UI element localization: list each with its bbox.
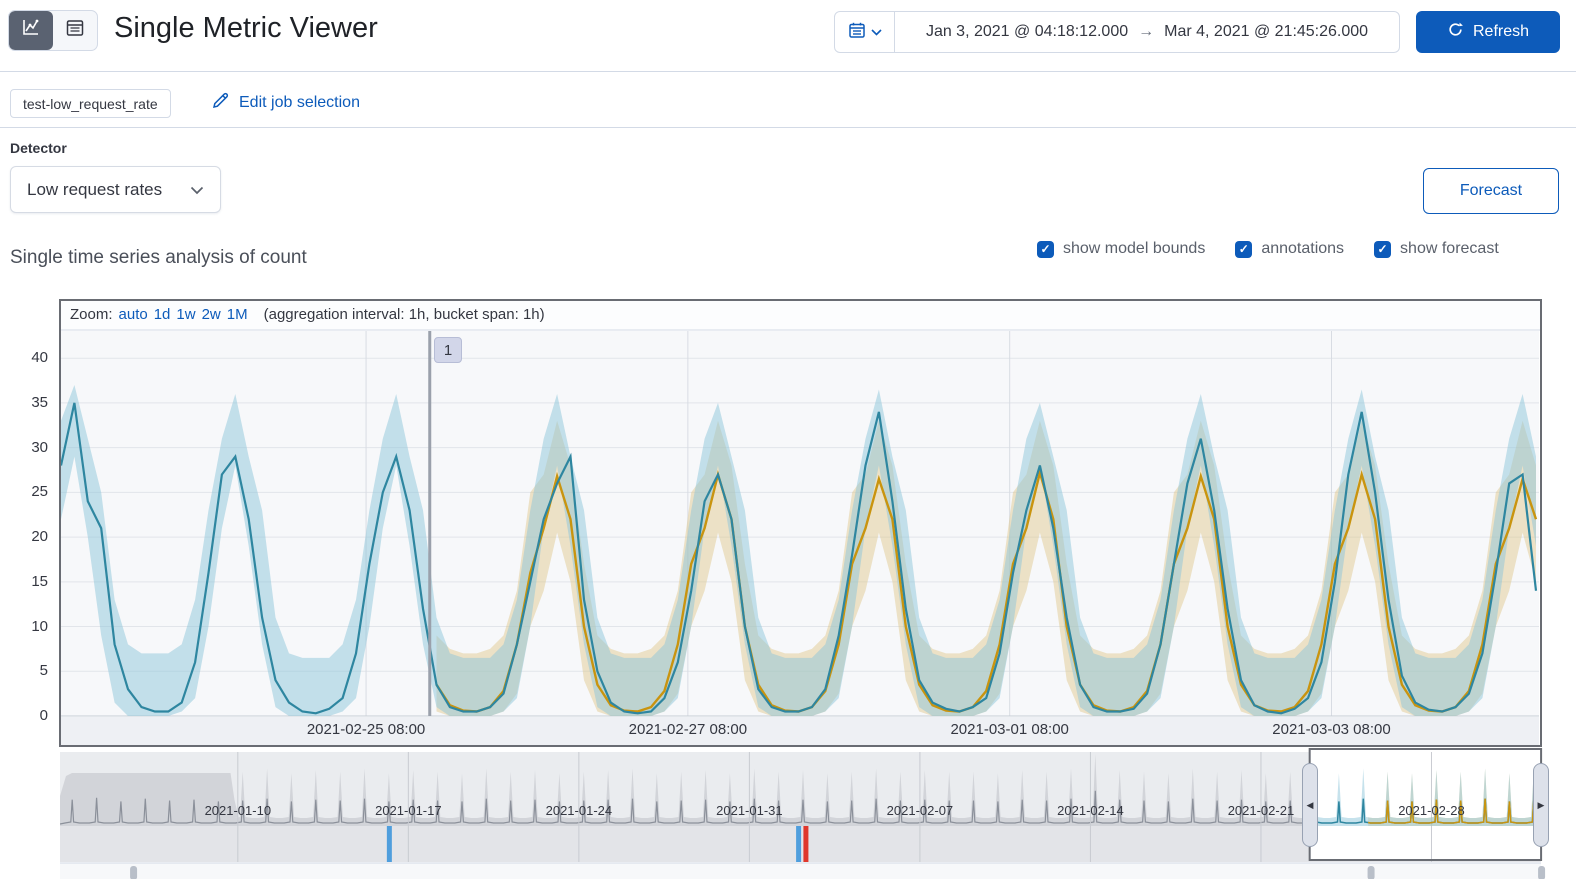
chart-view-toggle[interactable] <box>9 11 53 50</box>
checkbox-checked-icon[interactable]: ✓ <box>1235 240 1253 258</box>
toggle-annotations[interactable]: ✓ annotations <box>1235 240 1344 258</box>
zoom-option-2w[interactable]: 2w <box>202 306 221 323</box>
y-axis-label: 20 <box>31 528 48 546</box>
time-range-end[interactable]: Mar 4, 2021 @ 21:45:26.000 <box>1164 23 1368 41</box>
page-title: Single Metric Viewer <box>114 12 378 44</box>
analysis-heading: Single time series analysis of count <box>10 247 307 268</box>
y-axis-label: 25 <box>31 483 48 501</box>
chevron-down-icon <box>190 180 204 200</box>
context-date-label: 2021-01-10 <box>204 803 272 818</box>
detector-selected-value: Low request rates <box>27 179 163 199</box>
context-date-label: 2021-01-17 <box>375 803 442 818</box>
zoom-controls: Zoom: auto 1d 1w 2w 1M (aggregation inte… <box>70 306 545 323</box>
checkbox-checked-icon[interactable]: ✓ <box>1037 240 1054 258</box>
datepicker-quick-menu[interactable] <box>835 12 895 52</box>
main-chart-frame <box>59 299 1542 747</box>
context-date-label: 2021-01-24 <box>545 803 613 818</box>
detector-select[interactable]: Low request rates <box>10 166 221 213</box>
annotation-marker[interactable] <box>796 826 802 862</box>
scroll-pill[interactable] <box>1538 866 1546 879</box>
zoom-option-1d[interactable]: 1d <box>154 306 171 323</box>
annotation-badge[interactable]: 1 <box>434 337 462 363</box>
context-date-label: 2021-02-28 <box>1398 803 1465 818</box>
calendar-icon <box>848 21 866 44</box>
x-axis-label: 2021-03-03 08:00 <box>1272 721 1391 738</box>
brush-right-handle[interactable]: ▶ <box>1533 763 1549 847</box>
refresh-button[interactable]: Refresh <box>1416 11 1560 53</box>
x-axis-label: 2021-02-25 08:00 <box>306 721 426 738</box>
edit-job-selection-link[interactable]: Edit job selection <box>211 91 360 115</box>
arrow-left-icon: ◀ <box>1306 799 1314 810</box>
y-axis-label: 30 <box>31 438 48 456</box>
chevron-down-icon <box>870 23 882 41</box>
x-axis-label: 2021-03-01 08:00 <box>950 721 1069 738</box>
y-axis-label: 10 <box>31 617 48 635</box>
view-toggle-group[interactable] <box>8 10 98 51</box>
scroll-pill[interactable] <box>130 866 138 879</box>
job-divider <box>0 127 1576 128</box>
zoom-option-1M[interactable]: 1M <box>227 306 248 323</box>
refresh-label: Refresh <box>1472 23 1530 40</box>
y-axis-label: 35 <box>31 393 48 411</box>
context-date-label: 2021-02-14 <box>1057 803 1124 818</box>
toggle-label: annotations <box>1261 240 1345 257</box>
zoom-option-auto[interactable]: auto <box>119 306 148 323</box>
y-axis-label: 15 <box>31 572 48 590</box>
y-axis-label: 5 <box>39 662 48 680</box>
toggle-label: show forecast <box>1400 240 1499 257</box>
pencil-icon <box>211 91 230 115</box>
arrow-right-icon: ▶ <box>1537 799 1545 810</box>
line-chart-icon <box>20 17 42 44</box>
brush-left-handle[interactable]: ◀ <box>1302 763 1318 847</box>
time-range-arrow-icon: → <box>1138 23 1155 40</box>
context-date-label: 2021-01-31 <box>716 803 783 818</box>
header-divider <box>0 71 1576 72</box>
zoom-label: Zoom: <box>70 306 113 323</box>
zoom-option-1w[interactable]: 1w <box>176 306 195 323</box>
table-view-toggle[interactable] <box>53 11 97 50</box>
date-range-picker[interactable]: Jan 3, 2021 @ 04:18:12.000 → Mar 4, 2021… <box>834 11 1400 53</box>
toggle-show-model-bounds[interactable]: ✓ show model bounds <box>1037 240 1205 258</box>
refresh-icon <box>1447 21 1464 43</box>
table-icon <box>64 17 86 44</box>
time-range-start[interactable]: Jan 3, 2021 @ 04:18:12.000 <box>926 23 1128 41</box>
y-axis-label: 40 <box>31 349 48 367</box>
toggle-show-forecast[interactable]: ✓ show forecast <box>1374 240 1499 258</box>
edit-link-label: Edit job selection <box>239 94 360 111</box>
annotation-marker[interactable] <box>803 826 809 862</box>
aggregation-note: (aggregation interval: 1h, bucket span: … <box>263 306 545 323</box>
annotation-marker[interactable] <box>386 826 392 862</box>
toggle-label: show model bounds <box>1063 240 1206 257</box>
context-date-label: 2021-02-07 <box>886 803 954 818</box>
scroll-pill[interactable] <box>1367 866 1375 879</box>
chart-toggles: ✓ show model bounds ✓ annotations ✓ show… <box>1037 240 1499 258</box>
checkbox-checked-icon[interactable]: ✓ <box>1374 240 1392 258</box>
y-axis-label: 0 <box>39 707 48 724</box>
job-badge[interactable]: test-low_request_rate <box>10 89 171 118</box>
forecast-button[interactable]: Forecast <box>1423 168 1559 214</box>
detector-label: Detector <box>10 140 67 156</box>
context-date-label: 2021-02-21 <box>1227 803 1295 818</box>
x-axis-label: 2021-02-27 08:00 <box>628 721 748 738</box>
